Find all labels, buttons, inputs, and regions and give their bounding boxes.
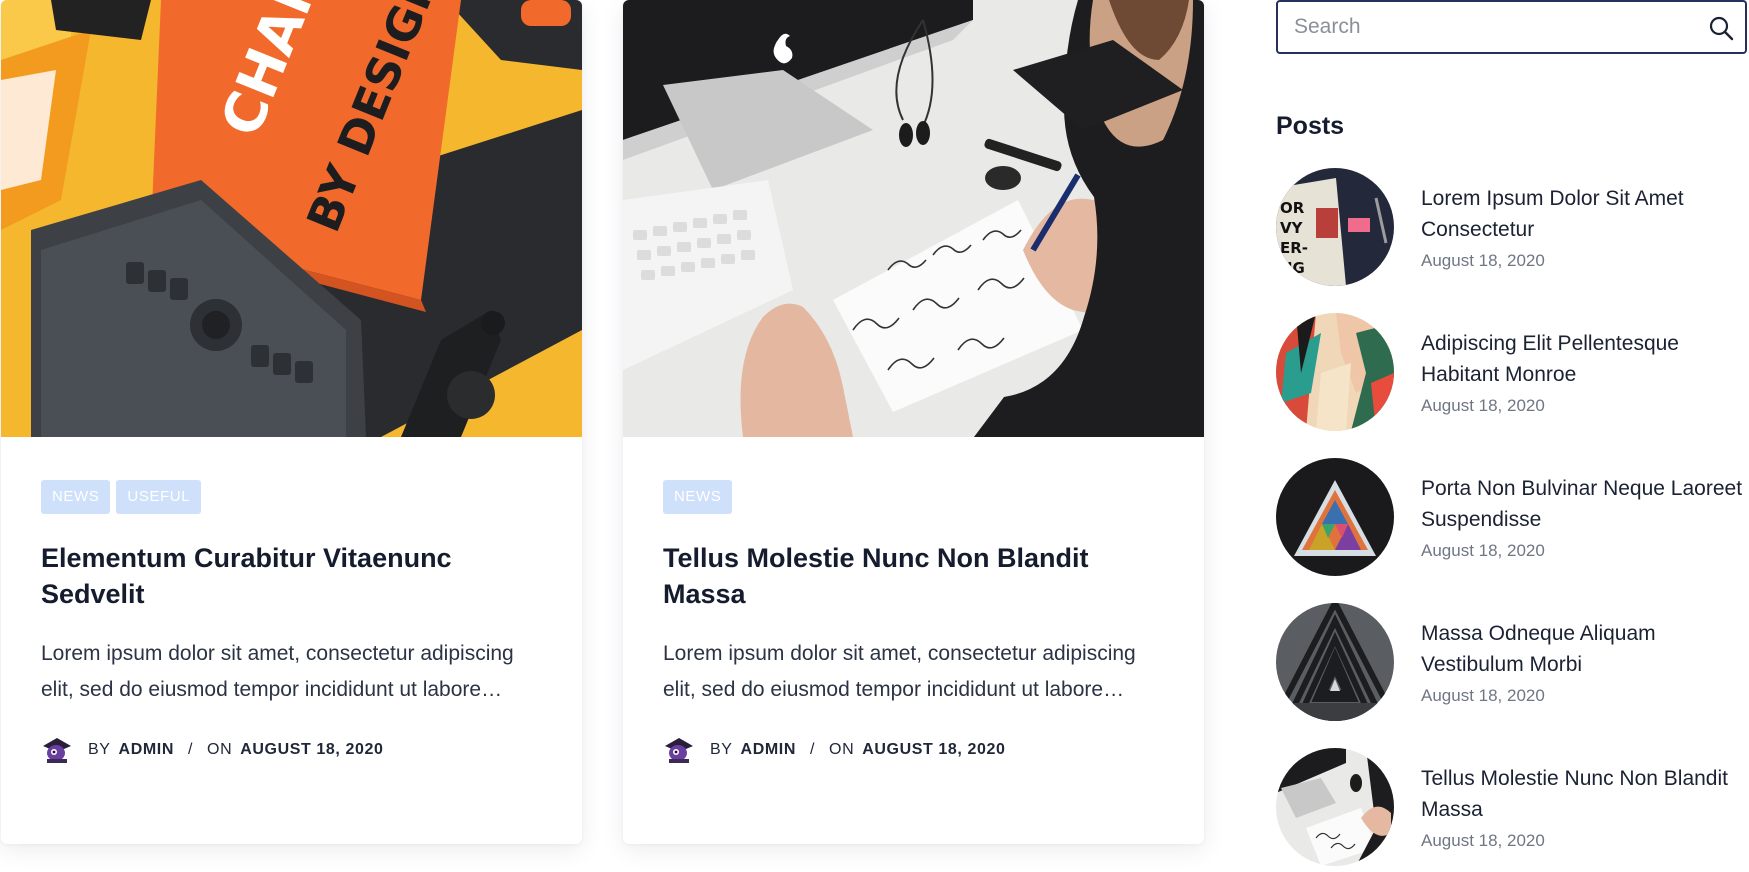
post-excerpt: Lorem ipsum dolor sit amet, consectetur …: [663, 642, 1136, 701]
sidebar-post-date: August 18, 2020: [1421, 251, 1545, 270]
post-meta: BY ADMIN / ON AUGUST 18, 2020: [41, 736, 542, 764]
author-avatar: [43, 738, 71, 763]
sidebar-post-title[interactable]: Porta Non Bulvinar Neque Laoreet Suspend…: [1421, 473, 1747, 535]
svg-text:NG: NG: [1280, 259, 1305, 277]
author-avatar: [665, 738, 693, 763]
sidebar-post-item: Tellus Molestie Nunc Non Blandit Massa A…: [1276, 748, 1747, 866]
meta-on-label: ON: [829, 741, 855, 758]
tag-news[interactable]: NEWS: [41, 480, 111, 514]
search-box: [1276, 0, 1747, 54]
svg-text:OR: OR: [1280, 199, 1305, 217]
post-card: NEWS Tellus Molestie Nunc Non Blandit Ma…: [623, 0, 1204, 844]
post-thumbnail-design-desk[interactable]: CHANGE BY DESIGN: [1, 0, 582, 437]
sidebar-post-title[interactable]: Massa Odneque Aliquam Vestibulum Morbi: [1421, 618, 1747, 680]
tag-list: NEWS USEFUL: [41, 480, 542, 514]
meta-separator: /: [187, 741, 194, 758]
tag-news[interactable]: NEWS: [663, 480, 733, 514]
post-thumbnail-calligraphy[interactable]: [623, 0, 1204, 437]
tag-useful[interactable]: USEFUL: [116, 480, 202, 514]
post-thumbnail[interactable]: [1276, 603, 1394, 721]
post-title[interactable]: Tellus Molestie Nunc Non Blandit Massa: [663, 540, 1164, 612]
sidebar-post-date: August 18, 2020: [1421, 831, 1545, 850]
sidebar-post-title[interactable]: Adipiscing Elit Pellentesque Habitant Mo…: [1421, 328, 1747, 390]
author-link[interactable]: ADMIN: [741, 741, 796, 759]
svg-text:VY: VY: [1280, 219, 1304, 237]
post-date: AUGUST 18, 2020: [240, 741, 384, 758]
post-thumbnail[interactable]: [1276, 458, 1394, 576]
meta-by-label: BY: [710, 741, 733, 758]
sidebar-post-item: Adipiscing Elit Pellentesque Habitant Mo…: [1276, 313, 1747, 431]
meta-on-label: ON: [207, 741, 233, 758]
sidebar-post-item: Massa Odneque Aliquam Vestibulum Morbi A…: [1276, 603, 1747, 721]
sidebar-post-date: August 18, 2020: [1421, 396, 1545, 415]
meta-separator: /: [809, 741, 816, 758]
post-card: CHANGE BY DESIGN NEWS USEFUL Elementum C…: [1, 0, 582, 844]
sidebar-post-date: August 18, 2020: [1421, 686, 1545, 705]
author-link[interactable]: ADMIN: [119, 741, 174, 759]
sidebar-post-title[interactable]: Tellus Molestie Nunc Non Blandit Massa: [1421, 763, 1747, 825]
sidebar: Posts OR VY ER- NG Lorem Ipsum Dolor Sit…: [1276, 0, 1747, 866]
svg-text:ER-: ER-: [1280, 239, 1308, 257]
post-meta: BY ADMIN / ON AUGUST 18, 2020: [663, 736, 1164, 764]
post-title[interactable]: Elementum Curabitur Vitaenunc Sedvelit: [41, 540, 542, 612]
sidebar-post-title[interactable]: Lorem Ipsum Dolor Sit Amet Consectetur: [1421, 183, 1747, 245]
post-date: AUGUST 18, 2020: [862, 741, 1006, 758]
post-thumbnail[interactable]: [1276, 748, 1394, 866]
post-thumbnail[interactable]: [1276, 313, 1394, 431]
post-excerpt: Lorem ipsum dolor sit amet, consectetur …: [41, 642, 514, 701]
search-input[interactable]: [1278, 2, 1745, 52]
search-icon[interactable]: [1707, 14, 1735, 42]
tag-list: NEWS: [663, 480, 1164, 514]
sidebar-post-date: August 18, 2020: [1421, 541, 1545, 560]
sidebar-post-item: OR VY ER- NG Lorem Ipsum Dolor Sit Amet …: [1276, 168, 1747, 286]
post-thumbnail[interactable]: OR VY ER- NG: [1276, 168, 1394, 286]
posts-widget-heading: Posts: [1276, 112, 1345, 140]
sidebar-post-item: Porta Non Bulvinar Neque Laoreet Suspend…: [1276, 458, 1747, 576]
meta-by-label: BY: [88, 741, 111, 758]
